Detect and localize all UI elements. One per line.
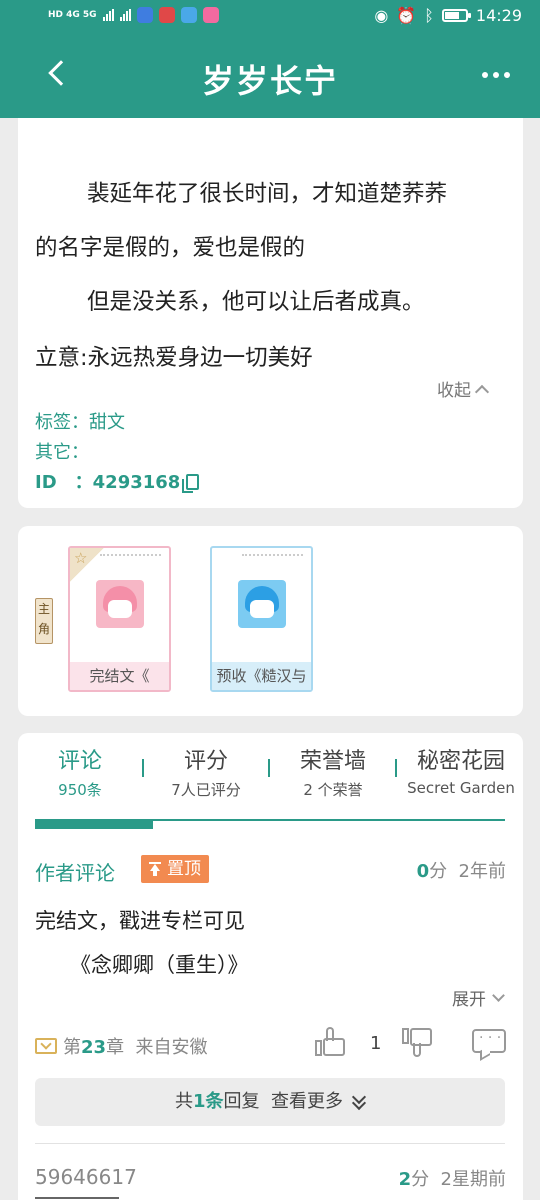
tags-label: 标签： bbox=[35, 412, 89, 433]
expand-button[interactable]: 展开 bbox=[452, 985, 505, 1010]
intro-card: 裴延年花了很长时间，才知道楚荞荞 的名字是假的，爱也是假的 但是没关系，他可以让… bbox=[18, 118, 523, 508]
character-name: 预收《糙汉与 bbox=[212, 662, 311, 690]
tab-comments[interactable]: 评论 950条 bbox=[35, 743, 125, 800]
reply-icon[interactable] bbox=[472, 1029, 506, 1053]
comment-location: 来自安徽 bbox=[135, 1037, 208, 1058]
eye-icon: ◉ bbox=[374, 6, 389, 25]
signal-icon-2 bbox=[119, 9, 131, 21]
comments-card: 评论 950条 评分 7人已评分 荣誉墙 2 个荣誉 秘密花园 Secret G… bbox=[18, 733, 523, 1200]
status-left: HD 4G 5G bbox=[48, 7, 219, 23]
app-notification-icon bbox=[158, 7, 175, 23]
clock: 14:29 bbox=[475, 6, 522, 25]
diamond-icon bbox=[35, 1038, 57, 1054]
tags-row: 标签：甜文 bbox=[35, 408, 125, 434]
star-corner: ☆ bbox=[70, 548, 104, 582]
character-card[interactable]: 预收《糙汉与 bbox=[210, 546, 313, 692]
tab-honor-wall[interactable]: 荣誉墙 2 个荣誉 bbox=[286, 743, 380, 800]
nav-header: 岁岁长宁 bbox=[0, 36, 540, 118]
more-options-button[interactable] bbox=[482, 72, 510, 78]
tab-label: 秘密花园 bbox=[416, 749, 505, 774]
signal-icon bbox=[102, 9, 114, 21]
expand-label: 展开 bbox=[452, 990, 486, 1010]
role-tag: 主角 bbox=[35, 598, 53, 644]
comment-chapter: 第23章 来自安徽 bbox=[35, 1033, 208, 1059]
user-badge-line bbox=[35, 1197, 119, 1199]
comment-score: 2分 2星期前 bbox=[398, 1169, 506, 1190]
chevron-up-icon bbox=[474, 384, 490, 399]
tab-separator bbox=[268, 759, 270, 777]
comment-user[interactable]: 59646617 bbox=[35, 1165, 137, 1189]
id-label: ID ： bbox=[35, 472, 93, 493]
tab-label: 评分 bbox=[183, 749, 228, 774]
comment-divider bbox=[35, 1143, 505, 1144]
like-icon[interactable] bbox=[315, 1027, 347, 1057]
characters-card: 主角 ☆ 完结文《 预收《糙汉与 bbox=[18, 526, 523, 716]
dislike-icon[interactable] bbox=[402, 1027, 434, 1057]
tab-ratings[interactable]: 评分 7人已评分 bbox=[156, 743, 256, 800]
tab-sub: Secret Garden bbox=[407, 779, 515, 797]
like-count: 1 bbox=[370, 1033, 382, 1054]
comment-time: 2星期前 bbox=[440, 1169, 506, 1190]
double-chevron-down-icon bbox=[353, 1094, 365, 1108]
dotted-line bbox=[242, 554, 303, 556]
intro-line-2: 的名字是假的，爱也是假的 bbox=[35, 235, 306, 261]
character-name: 完结文《 bbox=[70, 662, 169, 690]
other-label: 其它： bbox=[35, 442, 89, 463]
collapse-label: 收起 bbox=[437, 381, 471, 401]
app-notification-icon bbox=[136, 7, 153, 23]
view-replies-button[interactable]: 共1条回复 查看更多 bbox=[35, 1078, 505, 1126]
tag-link[interactable]: 甜文 bbox=[89, 412, 125, 433]
intro-line-1: 裴延年花了很长时间，才知道楚荞荞 bbox=[87, 181, 448, 207]
network-label: HD 4G 5G bbox=[48, 10, 97, 20]
comment-time: 2年前 bbox=[458, 861, 506, 882]
chevron-down-icon bbox=[492, 989, 505, 1002]
tab-sub: 2 个荣誉 bbox=[303, 781, 363, 799]
page-title: 岁岁长宁 bbox=[201, 62, 338, 100]
copy-icon[interactable] bbox=[182, 474, 200, 493]
intro-line-3: 但是没关系，他可以让后者成真。 bbox=[87, 289, 425, 315]
app-notification-icon bbox=[180, 7, 197, 23]
collapse-button[interactable]: 收起 bbox=[437, 376, 490, 401]
id-row: ID ：4293168 bbox=[35, 468, 200, 494]
intro-line-4: 立意:永远热爱身边一切美好 bbox=[35, 345, 313, 371]
tab-secret-garden[interactable]: 秘密花园 Secret Garden bbox=[403, 743, 519, 797]
comment-score: 0分 2年前 bbox=[416, 861, 506, 882]
other-row: 其它： bbox=[35, 438, 89, 464]
tab-label: 荣誉墙 bbox=[299, 749, 366, 774]
comment-body-line-1: 完结文，戳进专栏可见 bbox=[35, 909, 245, 933]
comment-body-line-2[interactable]: 《念卿卿（重生）》 bbox=[70, 949, 249, 979]
dotted-line bbox=[100, 554, 161, 556]
battery-icon bbox=[441, 9, 471, 22]
comment-author[interactable]: 作者评论 bbox=[35, 857, 115, 886]
status-bar: HD 4G 5G ◉ ⏰ ᛒ 14:29 bbox=[0, 0, 540, 36]
tab-sub: 950条 bbox=[58, 781, 102, 799]
pinned-badge: 置顶 bbox=[141, 855, 209, 883]
alarm-icon: ⏰ bbox=[396, 6, 417, 25]
avatar bbox=[238, 580, 286, 628]
id-value: 4293168 bbox=[92, 472, 181, 493]
tab-sub: 7人已评分 bbox=[171, 781, 241, 799]
app-notification-icon bbox=[202, 7, 219, 23]
avatar bbox=[96, 580, 144, 628]
star-icon: ☆ bbox=[74, 549, 88, 567]
tab-separator bbox=[395, 759, 397, 777]
character-card[interactable]: ☆ 完结文《 bbox=[68, 546, 171, 692]
tab-active-indicator bbox=[35, 819, 153, 829]
bluetooth-icon: ᛒ bbox=[424, 6, 434, 25]
tab-separator bbox=[142, 759, 144, 777]
top-bar: HD 4G 5G ◉ ⏰ ᛒ 14:29 岁岁长宁 bbox=[0, 0, 540, 118]
status-right: ◉ ⏰ ᛒ 14:29 bbox=[374, 6, 522, 25]
tab-label: 评论 bbox=[57, 749, 102, 774]
